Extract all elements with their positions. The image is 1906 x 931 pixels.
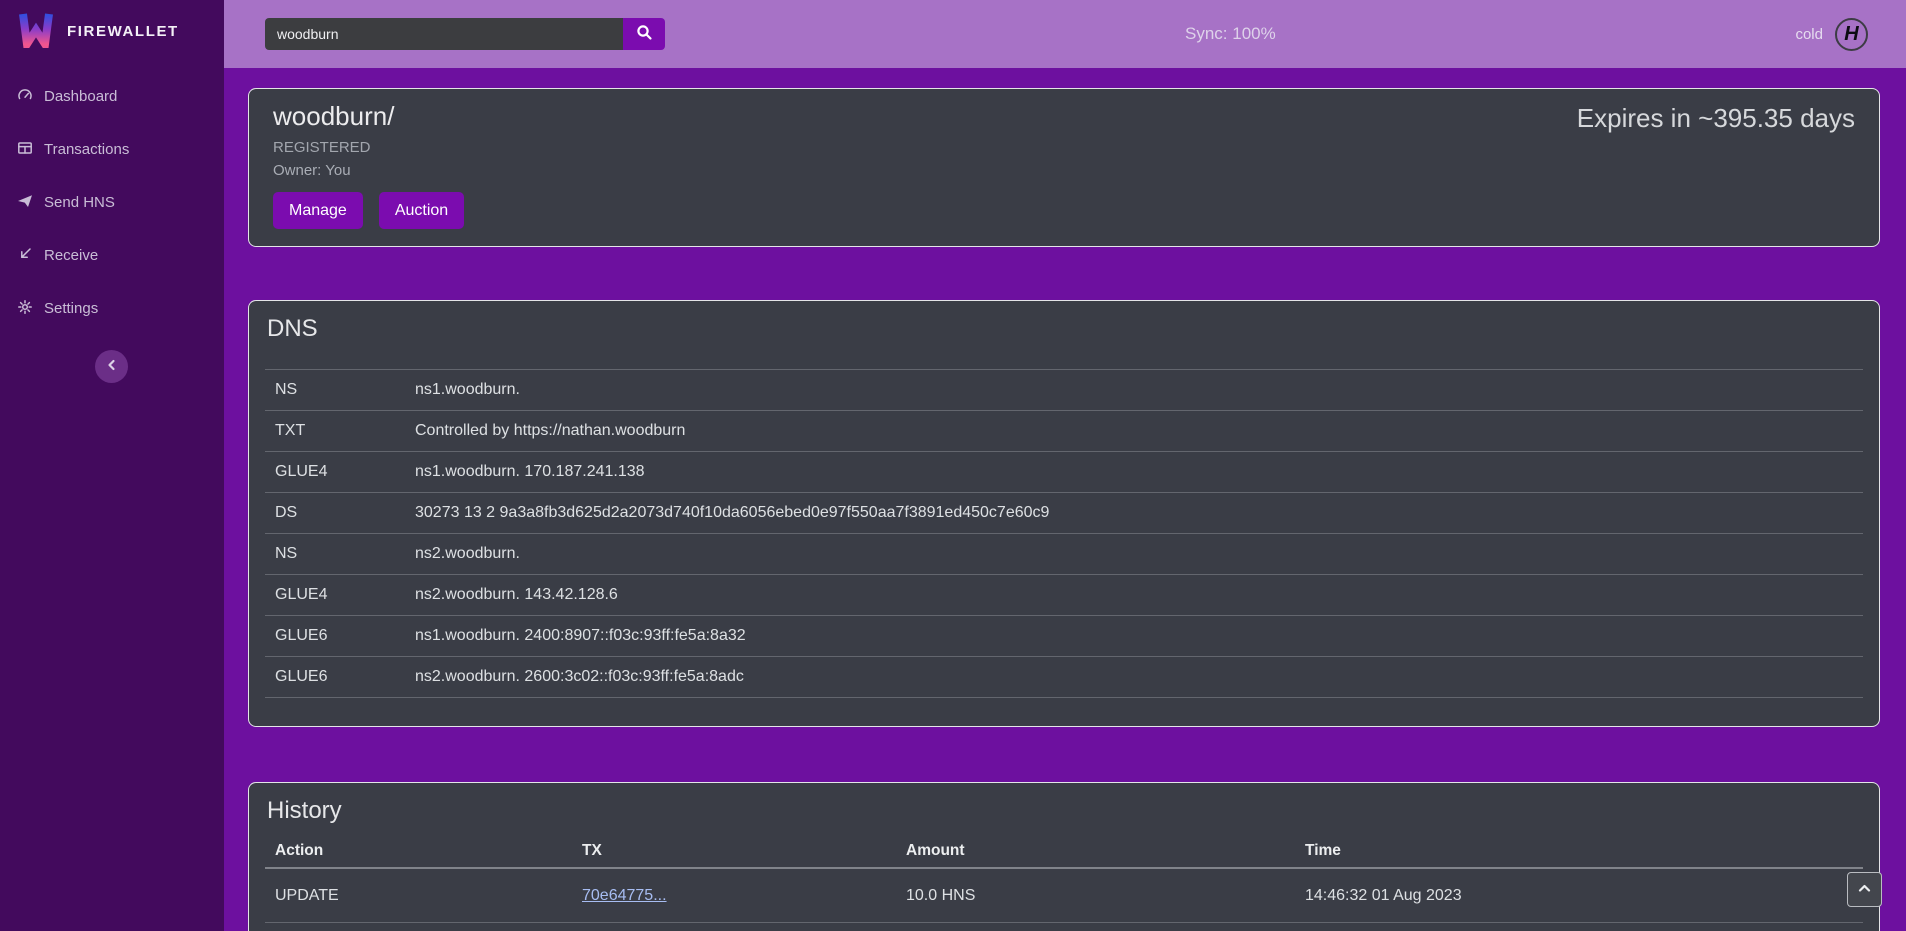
history-row: RENEW d78e5c4... 10.0 HNS 15:47:06 07 Fe… <box>265 923 1863 931</box>
domain-expiry: Expires in ~395.35 days <box>1577 103 1855 134</box>
dns-record-type: GLUE4 <box>275 586 415 604</box>
history-action: UPDATE <box>275 887 582 905</box>
brand: FIREWALLET <box>0 0 224 62</box>
sidebar-item-label: Receive <box>44 247 98 264</box>
dns-record-value: ns1.woodburn. <box>415 381 1863 399</box>
receive-icon <box>17 246 33 266</box>
domain-actions: Manage Auction <box>273 192 1855 229</box>
history-col-time: Time <box>1305 842 1863 860</box>
dns-card: DNS NS ns1.woodburn. TXT Controlled by h… <box>248 300 1880 727</box>
dns-record-type: DS <box>275 504 415 522</box>
chevron-left-icon <box>104 357 120 376</box>
transactions-icon <box>17 140 33 160</box>
dns-record-value: ns2.woodburn. 2600:3c02::f03c:93ff:fe5a:… <box>415 668 1863 686</box>
history-col-amount: Amount <box>906 842 1305 860</box>
history-col-action: Action <box>275 842 582 860</box>
dns-record-value: ns2.woodburn. 143.42.128.6 <box>415 586 1863 604</box>
auction-button[interactable]: Auction <box>379 192 464 229</box>
dns-record-type: NS <box>275 545 415 563</box>
tx-link[interactable]: 70e64775... <box>582 887 667 904</box>
history-card: History Action TX Amount Time UPDATE 70e… <box>248 782 1880 931</box>
dns-title: DNS <box>265 315 1863 343</box>
search-icon <box>636 24 653 44</box>
search-bar <box>265 18 665 50</box>
wallet-indicator: cold H <box>1795 18 1906 51</box>
sidebar-item-label: Send HNS <box>44 194 115 211</box>
history-title: History <box>265 797 1863 825</box>
history-time: 14:46:32 01 Aug 2023 <box>1305 887 1863 905</box>
sidebar: FIREWALLET Dashboard Transactions <box>0 0 224 931</box>
sidebar-nav: Dashboard Transactions Send HNS <box>0 70 224 335</box>
history-amount: 10.0 HNS <box>906 887 1305 905</box>
dns-record-value: ns2.woodburn. <box>415 545 1863 563</box>
wallet-name: cold <box>1795 26 1823 43</box>
sync-status: Sync: 100% <box>1185 24 1276 44</box>
dns-record-type: GLUE6 <box>275 627 415 645</box>
dns-record-row: GLUE6 ns2.woodburn. 2600:3c02::f03c:93ff… <box>265 657 1863 698</box>
firewallet-logo <box>18 10 54 53</box>
sidebar-item-label: Settings <box>44 300 98 317</box>
history-row: UPDATE 70e64775... 10.0 HNS 14:46:32 01 … <box>265 869 1863 923</box>
dns-record-value: ns1.woodburn. 2400:8907::f03c:93ff:fe5a:… <box>415 627 1863 645</box>
dns-record-type: GLUE4 <box>275 463 415 481</box>
dns-table: NS ns1.woodburn. TXT Controlled by https… <box>265 369 1863 698</box>
dns-record-row: NS ns1.woodburn. <box>265 370 1863 411</box>
sidebar-item-send-hns[interactable]: Send HNS <box>0 176 224 229</box>
dns-record-row: GLUE4 ns1.woodburn. 170.187.241.138 <box>265 452 1863 493</box>
dns-record-row: GLUE4 ns2.woodburn. 143.42.128.6 <box>265 575 1863 616</box>
handshake-logo-icon[interactable]: H <box>1835 18 1868 51</box>
dns-record-type: NS <box>275 381 415 399</box>
scroll-to-top-button[interactable] <box>1847 872 1882 907</box>
manage-button[interactable]: Manage <box>273 192 363 229</box>
dns-record-row: NS ns2.woodburn. <box>265 534 1863 575</box>
sidebar-item-label: Transactions <box>44 141 129 158</box>
dns-record-type: GLUE6 <box>275 668 415 686</box>
settings-icon <box>17 299 33 319</box>
main-content: woodburn/ Expires in ~395.35 days REGIST… <box>224 68 1906 931</box>
brand-title: FIREWALLET <box>67 23 179 40</box>
sidebar-collapse-button[interactable] <box>95 350 128 383</box>
domain-owner: Owner: You <box>273 162 1855 179</box>
domain-card: woodburn/ Expires in ~395.35 days REGIST… <box>248 88 1880 247</box>
history-col-tx: TX <box>582 842 906 860</box>
dns-record-row: GLUE6 ns1.woodburn. 2400:8907::f03c:93ff… <box>265 616 1863 657</box>
dns-record-value: Controlled by https://nathan.woodburn <box>415 422 1863 440</box>
chevron-up-icon <box>1856 880 1873 900</box>
dns-record-value: 30273 13 2 9a3a8fb3d625d2a2073d740f10da6… <box>415 504 1863 522</box>
dns-record-row: DS 30273 13 2 9a3a8fb3d625d2a2073d740f10… <box>265 493 1863 534</box>
sidebar-item-transactions[interactable]: Transactions <box>0 123 224 176</box>
dns-record-row: TXT Controlled by https://nathan.woodbur… <box>265 411 1863 452</box>
dashboard-icon <box>17 87 33 107</box>
dns-record-value: ns1.woodburn. 170.187.241.138 <box>415 463 1863 481</box>
dns-record-type: TXT <box>275 422 415 440</box>
domain-status: REGISTERED <box>273 139 1855 156</box>
search-input[interactable] <box>265 18 623 50</box>
send-icon <box>17 193 33 213</box>
history-header-row: Action TX Amount Time <box>265 835 1863 869</box>
topbar: Sync: 100% cold H <box>224 0 1906 68</box>
sidebar-item-label: Dashboard <box>44 88 117 105</box>
sidebar-item-receive[interactable]: Receive <box>0 229 224 282</box>
search-button[interactable] <box>623 18 665 50</box>
sidebar-item-dashboard[interactable]: Dashboard <box>0 70 224 123</box>
sidebar-item-settings[interactable]: Settings <box>0 282 224 335</box>
